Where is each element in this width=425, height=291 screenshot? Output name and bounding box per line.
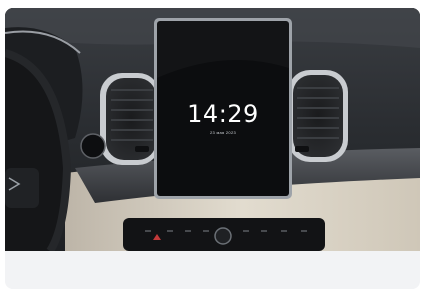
volume-knob [214,227,232,245]
clock-date: 23 мая 2023 [209,130,236,135]
image-card: 14:29 23 мая 2023 [5,8,420,289]
clock-time: 14:29 [187,100,259,128]
start-button [80,133,106,159]
right-air-vent [288,70,348,162]
left-air-vent [100,73,160,165]
infotainment-screen: 14:29 23 мая 2023 [154,18,292,199]
car-interior-photo: 14:29 23 мая 2023 [5,8,420,251]
climate-control-strip [123,218,325,251]
card-footer [5,251,420,289]
